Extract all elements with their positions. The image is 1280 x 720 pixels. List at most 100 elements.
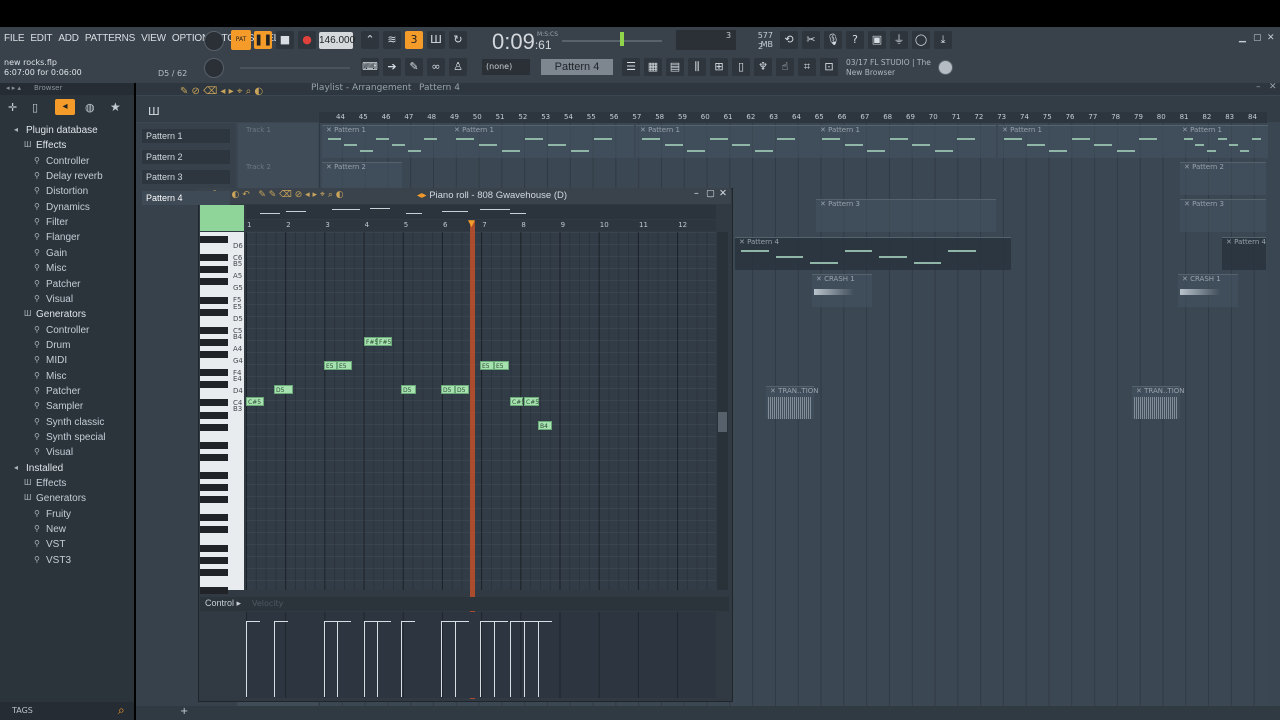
- piano-note[interactable]: D5: [274, 385, 293, 394]
- black-key[interactable]: [200, 278, 228, 286]
- paint-button[interactable]: ✎: [405, 58, 423, 76]
- pat-song-toggle[interactable]: PAT: [231, 30, 251, 50]
- pause-button[interactable]: ❚❚: [254, 31, 272, 49]
- master-pitch-slider[interactable]: [562, 40, 662, 42]
- typing-keyboard-button[interactable]: ⌨: [361, 58, 379, 76]
- velocity-bar[interactable]: [494, 621, 495, 697]
- note-grid[interactable]: [246, 232, 716, 590]
- piano-note[interactable]: E5: [324, 361, 337, 370]
- black-key[interactable]: [200, 399, 228, 407]
- piano-note[interactable]: B4: [538, 421, 552, 430]
- chat-button[interactable]: ◯: [912, 31, 930, 49]
- black-key[interactable]: [200, 338, 228, 346]
- playlist-clip[interactable]: ✕ Pattern 1: [1178, 125, 1268, 158]
- piano-roll-corner[interactable]: [200, 205, 244, 231]
- piano-note[interactable]: E5: [494, 361, 509, 370]
- playlist-button[interactable]: ☰: [622, 58, 640, 76]
- black-key[interactable]: [200, 326, 228, 334]
- touch-controller-button[interactable]: ☝: [776, 58, 794, 76]
- browser-tree-item[interactable]: Ш Generators: [0, 491, 134, 506]
- browser-tree-item[interactable]: ⚲ New: [0, 522, 134, 537]
- browser-tree-item[interactable]: Ш Effects: [0, 476, 134, 491]
- velocity-bar[interactable]: [538, 621, 539, 697]
- black-key[interactable]: [200, 381, 228, 389]
- piano-note[interactable]: D5: [441, 385, 455, 394]
- playlist-clip[interactable]: ✕ Pattern 1: [450, 125, 634, 158]
- velocity-bar[interactable]: [274, 621, 275, 697]
- wait-input-button[interactable]: ≋: [383, 31, 401, 49]
- browser-collapse-icon[interactable]: ✛: [8, 101, 17, 114]
- undo-history-button[interactable]: ⟲: [780, 31, 798, 49]
- pattern-list-item[interactable]: Pattern 2: [142, 149, 230, 164]
- browser-files-icon[interactable]: ▯: [32, 101, 38, 114]
- black-key[interactable]: [200, 453, 228, 461]
- browser-tree-item[interactable]: ⚲ VST3: [0, 553, 134, 568]
- record-button[interactable]: ●: [298, 31, 316, 49]
- master-pitch-knob[interactable]: [204, 58, 224, 78]
- black-key[interactable]: [200, 514, 228, 522]
- piano-note[interactable]: D5: [401, 385, 416, 394]
- countdown-button[interactable]: 3: [405, 31, 423, 49]
- black-key[interactable]: [200, 496, 228, 504]
- piano-note[interactable]: F#5: [377, 337, 392, 346]
- browser-tree-item[interactable]: ⚲ Controller: [0, 323, 134, 338]
- menu-file[interactable]: FILE: [4, 33, 25, 47]
- black-key[interactable]: [200, 254, 228, 262]
- playlist-clip[interactable]: ✕ Pattern 4: [1222, 237, 1266, 270]
- browser-tree-item[interactable]: ⚲ Patcher: [0, 277, 134, 292]
- velocity-bar[interactable]: [480, 621, 481, 697]
- velocity-bar[interactable]: [377, 621, 378, 697]
- piano-note[interactable]: C#5: [510, 397, 525, 406]
- cut-tool-button[interactable]: ✂: [802, 31, 820, 49]
- velocity-bar[interactable]: [441, 621, 442, 697]
- velocity-bar[interactable]: [324, 621, 325, 697]
- browser-tree-item[interactable]: ⚲ Controller: [0, 154, 134, 169]
- snap-selector[interactable]: (none): [482, 59, 530, 75]
- velocity-bar[interactable]: [401, 621, 402, 697]
- browser-tree-item[interactable]: ⚲ Fruity: [0, 507, 134, 522]
- black-key[interactable]: [200, 423, 228, 431]
- piano-note[interactable]: C#5: [246, 397, 264, 406]
- search-icon[interactable]: ⌕: [118, 703, 125, 718]
- playlist-tools-icon[interactable]: ✎ ⊘ ⌫ ◂ ▸ ⌖ ⌕ ◐: [180, 86, 263, 97]
- velocity-lane[interactable]: [246, 612, 716, 698]
- playlist-clip[interactable]: ✕ Pattern 1: [998, 125, 1178, 158]
- browser-tree-item[interactable]: ⚲ Visual: [0, 445, 134, 460]
- browser-tree-item[interactable]: ⚲ Sampler: [0, 399, 134, 414]
- browser-tree-item[interactable]: ⚲ Misc: [0, 261, 134, 276]
- pattern-list-item[interactable]: Pattern 4: [142, 190, 230, 205]
- save-button[interactable]: ▣: [868, 31, 886, 49]
- piano-note[interactable]: D5: [455, 385, 469, 394]
- browser-plugins-icon[interactable]: ◂: [55, 99, 75, 115]
- piano-roll-button[interactable]: ▤: [666, 58, 684, 76]
- velocity-bar[interactable]: [364, 621, 365, 697]
- menu-patterns[interactable]: PATTERNS: [85, 33, 135, 47]
- add-track-icon[interactable]: +: [180, 706, 188, 717]
- black-key[interactable]: [200, 441, 228, 449]
- browser-tree-item[interactable]: ⚲ Patcher: [0, 384, 134, 399]
- news-panel[interactable]: 03/17 FL STUDIO | The New Browser: [846, 58, 931, 78]
- browser-tree-item[interactable]: ⚲ Visual: [0, 292, 134, 307]
- browser-tree-item[interactable]: ⚲ MIDI: [0, 353, 134, 368]
- menu-edit[interactable]: EDIT: [30, 33, 52, 47]
- playlist-clip[interactable]: ✕ Pattern 1: [636, 125, 816, 158]
- pattern-list-item[interactable]: Pattern 3: [142, 170, 230, 184]
- browser-tree-item[interactable]: ⚲ VST: [0, 537, 134, 552]
- browser-tree-item[interactable]: ⚲ Delay reverb: [0, 169, 134, 184]
- velocity-bar[interactable]: [455, 621, 456, 697]
- link-button[interactable]: ∞: [427, 58, 445, 76]
- black-key[interactable]: [200, 308, 228, 316]
- pr-minimize-icon[interactable]: –: [694, 188, 699, 199]
- playhead-marker-icon[interactable]: ▼: [468, 219, 475, 229]
- velocity-bar[interactable]: [510, 621, 511, 697]
- black-key[interactable]: [200, 369, 228, 377]
- black-key[interactable]: [200, 266, 228, 274]
- browser-tree-item[interactable]: Ш Generators: [0, 307, 134, 322]
- black-key[interactable]: [200, 568, 228, 576]
- fl-mobile-button[interactable]: ⌗: [798, 58, 816, 76]
- pattern-list-item[interactable]: Pattern 1: [142, 129, 230, 143]
- loop-record-button[interactable]: ↻: [449, 31, 467, 49]
- playlist-clip[interactable]: ✕ CRASH 1: [1178, 274, 1238, 307]
- playlist-clip[interactable]: ✕ Pattern 2: [1180, 162, 1266, 195]
- piano-note[interactable]: E5: [480, 361, 494, 370]
